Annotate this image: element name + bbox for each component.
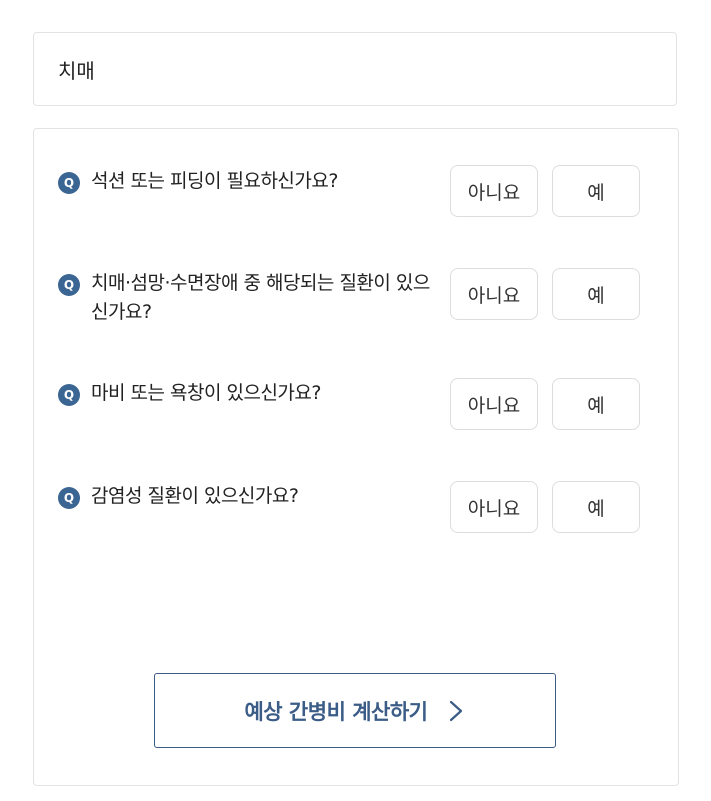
question-badge-icon: Q [58,172,80,194]
no-button[interactable]: 아니요 [450,378,538,430]
question-badge-icon: Q [58,487,80,509]
question-text: 치매·섬망·수면장애 중 해당되는 질환이 있으신가요? [91,272,430,323]
no-button[interactable]: 아니요 [450,268,538,320]
care-cost-calculator: 치매 Q 석션 또는 피딩이 필요하신가요? 아니요 예 Q 치매·섬망·수면장… [0,0,711,801]
question-text: 감염성 질환이 있으신가요? [91,485,299,507]
yes-button[interactable]: 예 [552,481,640,533]
selected-condition-field[interactable]: 치매 [33,32,677,106]
no-button[interactable]: 아니요 [450,481,538,533]
yes-button[interactable]: 예 [552,378,640,430]
chevron-right-icon [449,700,462,721]
question-badge-icon: Q [58,384,80,406]
question-panel: Q 석션 또는 피딩이 필요하신가요? 아니요 예 Q 치매·섬망·수면장애 중… [33,128,679,786]
question-text: 마비 또는 욕창이 있으신가요? [91,382,321,404]
selected-condition-label: 치매 [58,58,95,83]
calculate-cost-button[interactable]: 예상 간병비 계산하기 [154,673,556,748]
no-button[interactable]: 아니요 [450,165,538,217]
yes-button[interactable]: 예 [552,268,640,320]
question-text: 석션 또는 피딩이 필요하신가요? [91,170,338,192]
calculate-cost-label: 예상 간병비 계산하기 [244,699,428,724]
question-badge-icon: Q [58,274,80,296]
yes-button[interactable]: 예 [552,165,640,217]
